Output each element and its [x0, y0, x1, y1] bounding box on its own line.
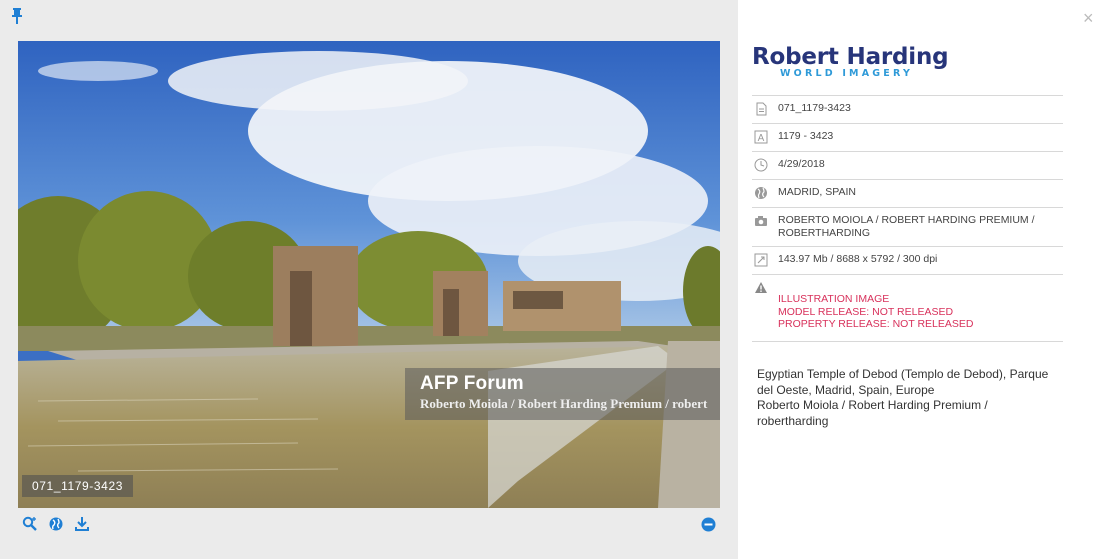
meta-location: MADRID, SPAIN: [778, 186, 856, 198]
download-icon[interactable]: [74, 516, 90, 532]
meta-row-reference: A 1179 - 3423: [752, 124, 1063, 152]
brand-name: Robert Harding: [752, 44, 949, 70]
warning-model-release: MODEL RELEASE: NOT RELEASED: [778, 305, 954, 318]
media-pane: AFP Forum Roberto Moiola / Robert Hardin…: [0, 0, 738, 559]
clock-icon: [754, 158, 768, 172]
meta-row-location: MADRID, SPAIN: [752, 180, 1063, 208]
photo-id-label: 071_1179-3423: [22, 475, 133, 497]
resize-icon: [754, 253, 768, 267]
pin-icon[interactable]: [10, 7, 24, 25]
meta-row-credit: ROBERTO MOIOLA / ROBERT HARDING PREMIUM …: [752, 208, 1063, 247]
warning-property-release: PROPERTY RELEASE: NOT RELEASED: [778, 318, 974, 330]
meta-credit: ROBERTO MOIOLA / ROBERT HARDING PREMIUM …: [778, 214, 1035, 239]
svg-text:A: A: [758, 133, 765, 144]
meta-date: 4/29/2018: [778, 158, 825, 170]
main-photo[interactable]: AFP Forum Roberto Moiola / Robert Hardin…: [18, 41, 720, 508]
meta-warnings: ILLUSTRATION IMAGE MODEL RELEASE: NOT RE…: [778, 281, 974, 331]
meta-file-id: 071_1179-3423: [778, 102, 851, 114]
watermark: AFP Forum Roberto Moiola / Robert Hardin…: [405, 368, 720, 420]
description-caption: Egyptian Temple of Debod (Templo de Debo…: [757, 367, 1049, 397]
file-icon: [756, 102, 767, 116]
brand-logo: Robert Harding WORLD IMAGERY: [752, 44, 949, 79]
media-toolbar: [22, 516, 90, 532]
photo-description: Egyptian Temple of Debod (Templo de Debo…: [757, 367, 1057, 429]
meta-row-file-id: 071_1179-3423: [752, 96, 1063, 124]
camera-icon: [755, 216, 767, 226]
globe-icon[interactable]: [48, 516, 64, 532]
close-button[interactable]: ×: [1083, 8, 1094, 29]
meta-row-warnings: ILLUSTRATION IMAGE MODEL RELEASE: NOT RE…: [752, 275, 1063, 342]
warning-illustration: ILLUSTRATION IMAGE: [778, 293, 890, 305]
text-a-icon: A: [754, 130, 768, 144]
warning-icon: [755, 282, 767, 293]
minus-circle-icon[interactable]: [701, 517, 716, 532]
description-credit: Roberto Moiola / Robert Harding Premium …: [757, 398, 988, 428]
watermark-credit: Roberto Moiola / Robert Harding Premium …: [420, 396, 708, 411]
watermark-title: AFP Forum: [420, 373, 524, 394]
globe-icon: [755, 187, 767, 199]
meta-reference: 1179 - 3423: [778, 130, 834, 142]
meta-row-size: 143.97 Mb / 8688 x 5792 / 300 dpi: [752, 247, 1063, 275]
photo-scene: [18, 41, 720, 508]
zoom-icon[interactable]: [22, 516, 38, 532]
meta-row-date: 4/29/2018: [752, 152, 1063, 180]
info-panel: × Robert Harding WORLD IMAGERY 071_1179-…: [738, 0, 1100, 559]
metadata-list: 071_1179-3423 A 1179 - 3423 4/29/2018 MA…: [752, 95, 1063, 342]
meta-size: 143.97 Mb / 8688 x 5792 / 300 dpi: [778, 253, 938, 265]
